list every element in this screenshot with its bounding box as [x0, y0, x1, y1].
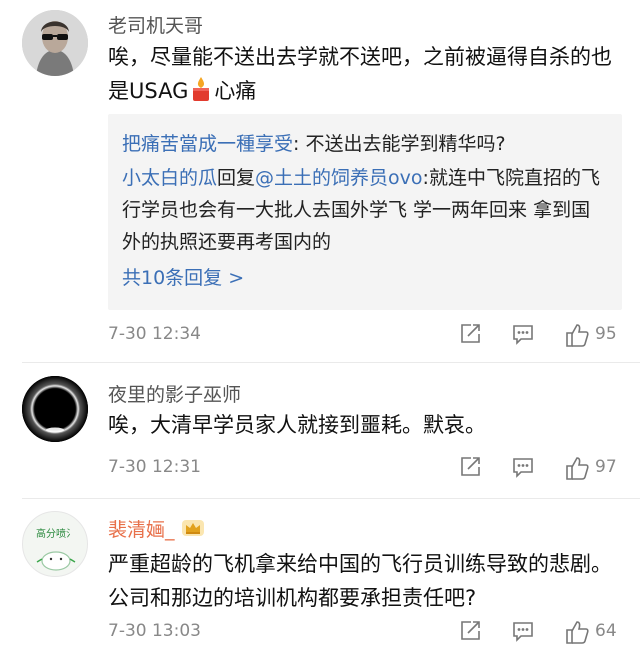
- like-count: 64: [595, 621, 617, 641]
- timestamp: 7-30 12:34: [108, 324, 201, 344]
- reply-item[interactable]: 把痛苦當成一種享受: 不送出去能学到精华吗?: [122, 128, 608, 160]
- username[interactable]: 夜里的影子巫师: [108, 380, 241, 407]
- timestamp: 7-30 12:31: [108, 457, 201, 477]
- avatar[interactable]: [22, 10, 88, 76]
- crown-badge-icon: [181, 518, 205, 543]
- reply-action: 回复: [217, 167, 256, 189]
- comment-text: 唉，尽量能不送出去学就不送吧，之前被逼得自杀的也是USAG 心痛: [108, 40, 623, 112]
- comment-meta: 7-30 13:03 64: [108, 617, 618, 649]
- reply-username[interactable]: 把痛苦當成一種享受: [122, 133, 293, 155]
- comment-text: 严重超龄的飞机拿来给中国的飞行员训练导致的悲剧。公司和那边的培训机构都要承担责任…: [108, 552, 612, 610]
- like-icon[interactable]: [564, 455, 590, 485]
- like-count: 95: [595, 324, 617, 344]
- avatar[interactable]: 高分喷氵: [22, 511, 88, 577]
- reply-text: 不送出去能学到精华吗?: [305, 133, 506, 155]
- more-replies-link[interactable]: 共10条回复 >: [122, 262, 608, 294]
- username-text: 裴清婳_: [108, 519, 175, 541]
- repost-icon[interactable]: [458, 619, 482, 647]
- comment-text: 唉，大清早学员家人就接到噩耗。默哀。: [108, 413, 486, 437]
- like-icon[interactable]: [564, 322, 590, 352]
- like-count: 97: [595, 457, 617, 477]
- reply-item[interactable]: 小太白的瓜回复@土土的饲养员ovo:就连中飞院直招的飞行学员也会有一大批人去国外…: [122, 162, 608, 258]
- avatar[interactable]: [22, 376, 88, 442]
- comment-icon[interactable]: [511, 455, 535, 483]
- candle-icon: [190, 76, 212, 112]
- repost-icon[interactable]: [458, 455, 482, 483]
- timestamp: 7-30 13:03: [108, 621, 201, 641]
- comment-1: 老司机天哥 唉，尽量能不送出去学就不送吧，之前被逼得自杀的也是USAG 心痛 把痛…: [0, 0, 640, 362]
- reply-separator: :: [293, 133, 306, 155]
- comment-3: 高分喷氵 裴清婳_ 严重超龄的飞机拿来给中国的飞行员训练导致的悲剧。公司和那边的…: [0, 499, 640, 649]
- comment-meta: 7-30 12:34 95: [108, 320, 618, 352]
- reply-username[interactable]: 小太白的瓜: [122, 167, 217, 189]
- comment-2: 夜里的影子巫师 唉，大清早学员家人就接到噩耗。默哀。 7-30 12:31 97: [0, 363, 640, 498]
- username[interactable]: 裴清婳_: [108, 515, 205, 543]
- like-icon[interactable]: [564, 619, 590, 649]
- comment-meta: 7-30 12:31 97: [108, 453, 618, 485]
- reply-mention[interactable]: @土土的饲养员ovo: [255, 167, 423, 189]
- username[interactable]: 老司机天哥: [108, 11, 203, 38]
- reply-box[interactable]: 把痛苦當成一種享受: 不送出去能学到精华吗? 小太白的瓜回复@土土的饲养员ovo…: [108, 114, 622, 310]
- comment-icon[interactable]: [511, 619, 535, 647]
- comment-icon[interactable]: [511, 322, 535, 350]
- comment-text-main: 唉，尽量能不送出去学就不送吧，之前被逼得自杀的也是USAG: [108, 45, 612, 103]
- comment-text-tail: 心痛: [214, 79, 257, 103]
- repost-icon[interactable]: [458, 322, 482, 350]
